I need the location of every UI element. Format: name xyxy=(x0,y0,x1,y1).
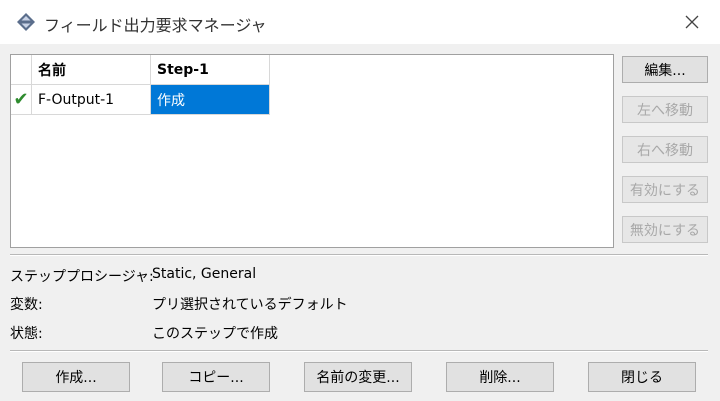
divider xyxy=(10,350,708,352)
move-right-button[interactable]: 右へ移動 xyxy=(622,136,708,163)
status-value: このステップで作成 xyxy=(152,326,278,342)
table-row[interactable]: ✔ F-Output-1 作成 xyxy=(11,84,270,115)
step-procedure-label: ステッププロシージャ: xyxy=(10,269,154,285)
close-button[interactable]: 閉じる xyxy=(588,362,696,392)
close-icon xyxy=(685,15,699,29)
delete-button[interactable]: 削除... xyxy=(446,362,554,392)
column-header-status xyxy=(11,55,32,85)
variables-label: 変数: xyxy=(10,297,43,313)
create-button[interactable]: 作成... xyxy=(22,362,130,392)
request-name-cell[interactable]: F-Output-1 xyxy=(31,84,151,115)
abaqus-app-icon xyxy=(16,12,36,32)
active-cell[interactable]: ✔ xyxy=(11,84,32,115)
table-header-row: 名前 Step-1 xyxy=(11,55,270,85)
edit-button[interactable]: 編集... xyxy=(622,56,708,83)
move-left-button[interactable]: 左へ移動 xyxy=(622,96,708,123)
step-procedure-value: Static, General xyxy=(152,266,257,282)
output-request-table: 名前 Step-1 ✔ F-Output-1 作成 xyxy=(10,54,614,248)
rename-button[interactable]: 名前の変更... xyxy=(304,362,412,392)
step-1-status-cell[interactable]: 作成 xyxy=(150,84,270,115)
column-header-step-1[interactable]: Step-1 xyxy=(150,55,270,85)
close-window-button[interactable] xyxy=(676,6,708,38)
column-header-name[interactable]: 名前 xyxy=(31,55,151,85)
variables-value: プリ選択されているデフォルト xyxy=(152,297,348,313)
copy-button[interactable]: コピー... xyxy=(162,362,270,392)
status-label: 状態: xyxy=(10,326,43,342)
dialog-body: 名前 Step-1 ✔ F-Output-1 作成 編集... 左へ移動 右へ移… xyxy=(0,44,720,401)
title-bar: フィールド出力要求マネージャ xyxy=(0,0,720,44)
deactivate-button[interactable]: 無効にする xyxy=(622,216,708,243)
checkmark-icon: ✔ xyxy=(13,89,29,110)
divider xyxy=(10,254,708,256)
window-title: フィールド出力要求マネージャ xyxy=(44,16,267,35)
activate-button[interactable]: 有効にする xyxy=(622,176,708,203)
